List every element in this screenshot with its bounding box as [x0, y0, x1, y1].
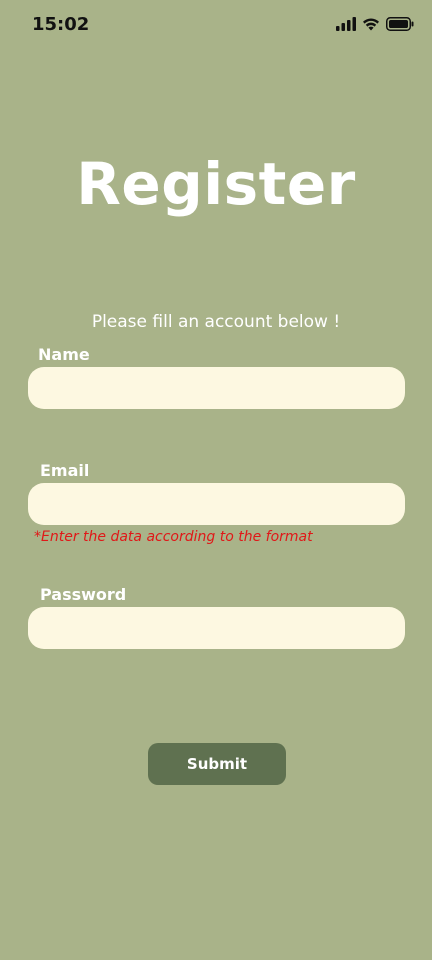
- email-error-message: *Enter the data according to the format: [34, 529, 313, 545]
- password-input[interactable]: [28, 607, 405, 649]
- name-input[interactable]: [28, 367, 405, 409]
- wifi-icon: [362, 17, 380, 31]
- submit-button[interactable]: Submit: [148, 743, 286, 785]
- email-input[interactable]: [28, 483, 405, 525]
- email-label: Email: [40, 461, 90, 480]
- status-bar: 15:02: [0, 0, 432, 52]
- status-icons: [336, 17, 414, 31]
- name-label: Name: [38, 345, 90, 364]
- form-subtitle: Please fill an account below !: [91, 312, 341, 332]
- status-time: 15:02: [32, 14, 90, 35]
- page-title: Register: [76, 150, 356, 218]
- battery-icon: [386, 17, 414, 31]
- signal-icon: [336, 17, 356, 31]
- password-label: Password: [40, 585, 127, 604]
